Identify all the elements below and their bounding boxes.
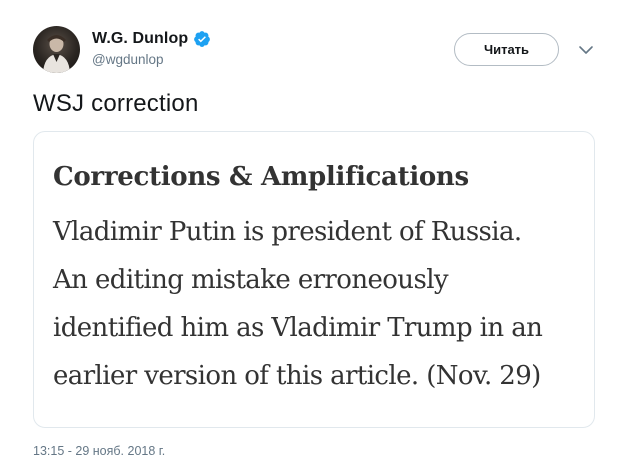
- avatar-image: [43, 35, 70, 73]
- card-line: earlier version of this article. (Nov. 2…: [53, 361, 541, 391]
- name-row: W.G. Dunlop: [92, 28, 211, 50]
- author-info[interactable]: W.G. Dunlop @wgdunlop: [92, 28, 211, 67]
- display-name[interactable]: W.G. Dunlop: [92, 30, 188, 48]
- avatar[interactable]: [33, 26, 80, 73]
- card-heading: Corrections & Amplifications: [53, 162, 469, 192]
- tweet-timestamp[interactable]: 13:15 - 29 нояб. 2018 г.: [33, 444, 165, 458]
- tweet-text: WSJ correction: [33, 90, 199, 117]
- card-line: An editing mistake erroneously: [53, 265, 449, 295]
- card-line: Vladimir Putin is president of Russia.: [53, 217, 522, 247]
- verified-badge-icon: [193, 30, 211, 48]
- tweet: W.G. Dunlop @wgdunlop Читать WSJ correct…: [0, 0, 622, 469]
- media-card[interactable]: Corrections & Amplifications Vladimir Pu…: [33, 131, 595, 428]
- follow-button[interactable]: Читать: [454, 33, 559, 66]
- card-line: identified him as Vladimir Trump in an: [53, 313, 543, 343]
- chevron-down-icon[interactable]: [578, 44, 594, 56]
- card-body: Vladimir Putin is president of Russia. A…: [53, 208, 593, 400]
- user-handle[interactable]: @wgdunlop: [92, 52, 211, 67]
